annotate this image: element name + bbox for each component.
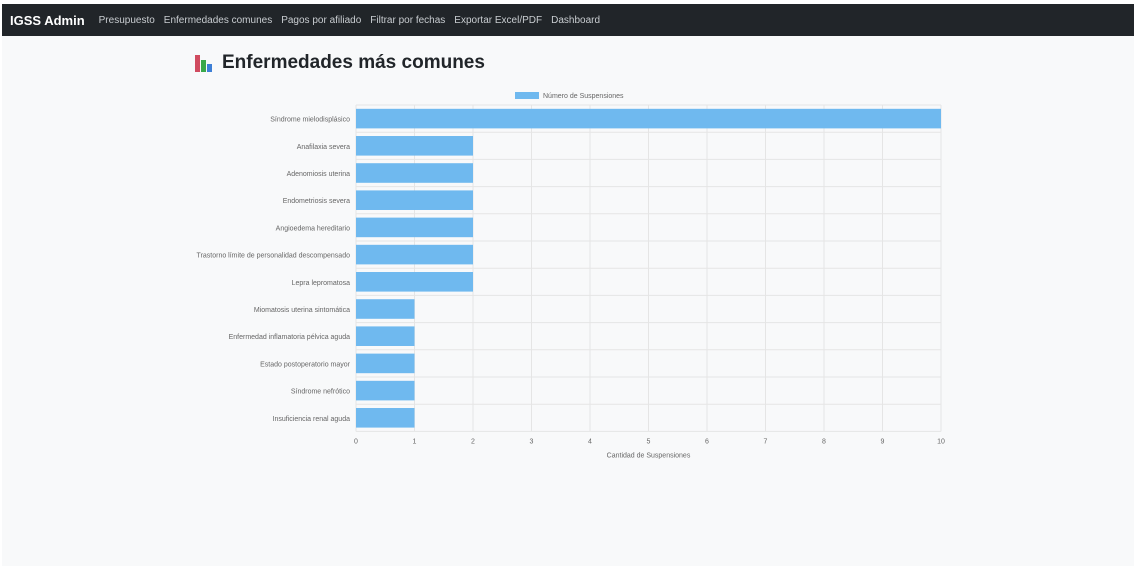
x-tick-label: 4	[588, 438, 592, 445]
y-tick-label: Insuficiencia renal aguda	[273, 416, 351, 423]
y-tick-label: Miomatosis uterina sintomática	[254, 307, 350, 314]
x-tick-label: 3	[530, 438, 534, 445]
y-tick-label: Estado postoperatorio mayor	[260, 361, 351, 368]
y-tick-label: Trastorno límite de personalidad descomp…	[197, 253, 351, 260]
bar[interactable]	[356, 380, 415, 401]
bar[interactable]	[356, 217, 473, 238]
y-tick-label: Lepra lepromatosa	[292, 280, 350, 287]
bar[interactable]	[356, 272, 473, 292]
bar[interactable]	[356, 136, 473, 156]
legend-swatch[interactable]	[515, 92, 539, 99]
x-tick-label: 7	[764, 438, 768, 445]
y-tick-label: Angioedema hereditario	[276, 225, 350, 232]
bar[interactable]	[356, 299, 415, 319]
legend-label[interactable]: Número de Suspensiones	[543, 93, 624, 100]
bar[interactable]	[356, 163, 473, 183]
bar[interactable]	[356, 326, 415, 346]
x-tick-label: 5	[647, 438, 651, 445]
bar[interactable]	[356, 190, 473, 210]
bar[interactable]	[356, 408, 415, 428]
bar[interactable]	[356, 108, 941, 129]
y-tick-label: Enfermedad inflamatoria pélvica aguda	[229, 334, 351, 341]
x-axis-title: Cantidad de Suspensiones	[607, 452, 691, 459]
x-tick-label: 2	[471, 438, 475, 445]
y-tick-label: Síndrome mielodisplásico	[270, 117, 350, 124]
x-tick-label: 6	[705, 438, 709, 445]
x-tick-label: 10	[937, 438, 945, 445]
diseases-bar-chart: Síndrome mielodisplásico Anafilaxia sever…	[197, 92, 945, 459]
bar[interactable]	[356, 353, 415, 374]
y-tick-label: Anafilaxia severa	[297, 144, 350, 151]
x-tick-label: 8	[822, 438, 826, 445]
y-tick-label: Síndrome nefrótico	[291, 389, 350, 396]
y-tick-label: Endometriosis severa	[283, 198, 350, 205]
x-tick-label: 1	[413, 438, 417, 445]
x-tick-label: 0	[354, 438, 358, 445]
x-tick-label: 9	[881, 438, 885, 445]
y-tick-label: Adenomiosis uterina	[287, 171, 351, 178]
bar[interactable]	[356, 244, 473, 265]
